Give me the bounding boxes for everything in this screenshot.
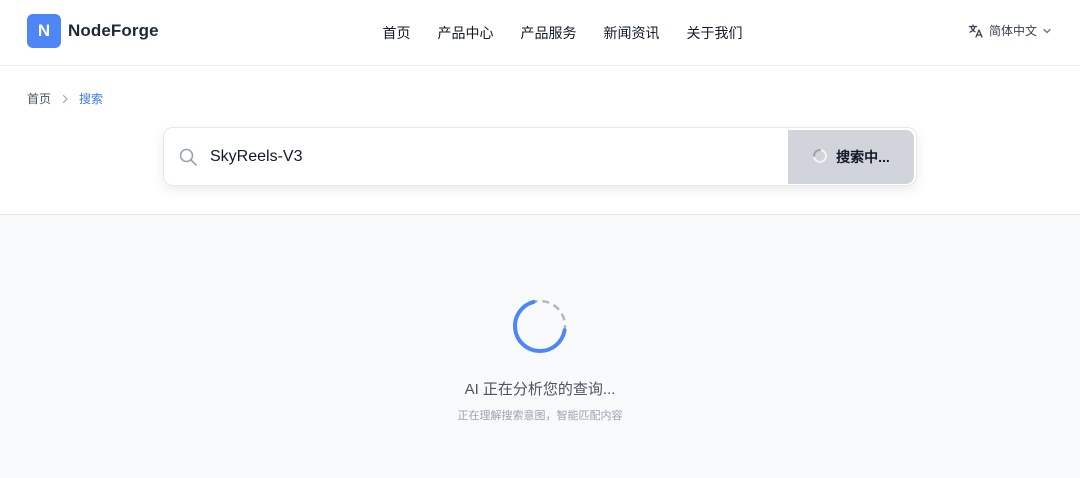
nav-item-news[interactable]: 新闻资讯 (604, 23, 660, 43)
nav-item-about[interactable]: 关于我们 (687, 23, 743, 43)
search-input[interactable] (210, 142, 780, 172)
loading-spinner-icon (511, 297, 569, 360)
language-label: 简体中文 (988, 24, 1037, 38)
breadcrumb-home[interactable]: 首页 (27, 90, 51, 107)
header: N NodeForge 首页 产品中心 产品服务 新闻资讯 关于我们 简体中文 (0, 0, 1080, 66)
nav-item-home[interactable]: 首页 (383, 23, 411, 43)
search-button[interactable]: 搜索中... (788, 130, 914, 184)
breadcrumb-current: 搜索 (79, 92, 104, 106)
nav-item-services[interactable]: 产品服务 (521, 23, 577, 43)
results-area: AI 正在分析您的查询... 正在理解搜索意图，智能匹配内容 (0, 214, 1080, 478)
main-nav: 首页 产品中心 产品服务 新闻资讯 关于我们 (0, 0, 1080, 66)
loading-title: AI 正在分析您的查询... (464, 381, 616, 398)
search-icon (178, 147, 198, 172)
chevron-down-icon (1042, 26, 1052, 36)
logo[interactable]: N NodeForge (27, 14, 159, 48)
breadcrumb: 首页 搜索 (27, 90, 103, 107)
nav-item-products[interactable]: 产品中心 (438, 23, 494, 43)
loading-subtitle: 正在理解搜索意图，智能匹配内容 (457, 410, 623, 422)
language-switcher[interactable]: 简体中文 (968, 22, 1052, 39)
search-box: 搜索中... (163, 127, 917, 186)
logo-mark: N (27, 14, 61, 48)
logo-text: NodeForge (68, 21, 159, 40)
search-button-label: 搜索中... (836, 149, 890, 165)
translate-icon (968, 23, 984, 39)
chevron-right-icon (61, 94, 69, 104)
spinner-icon (812, 148, 828, 167)
